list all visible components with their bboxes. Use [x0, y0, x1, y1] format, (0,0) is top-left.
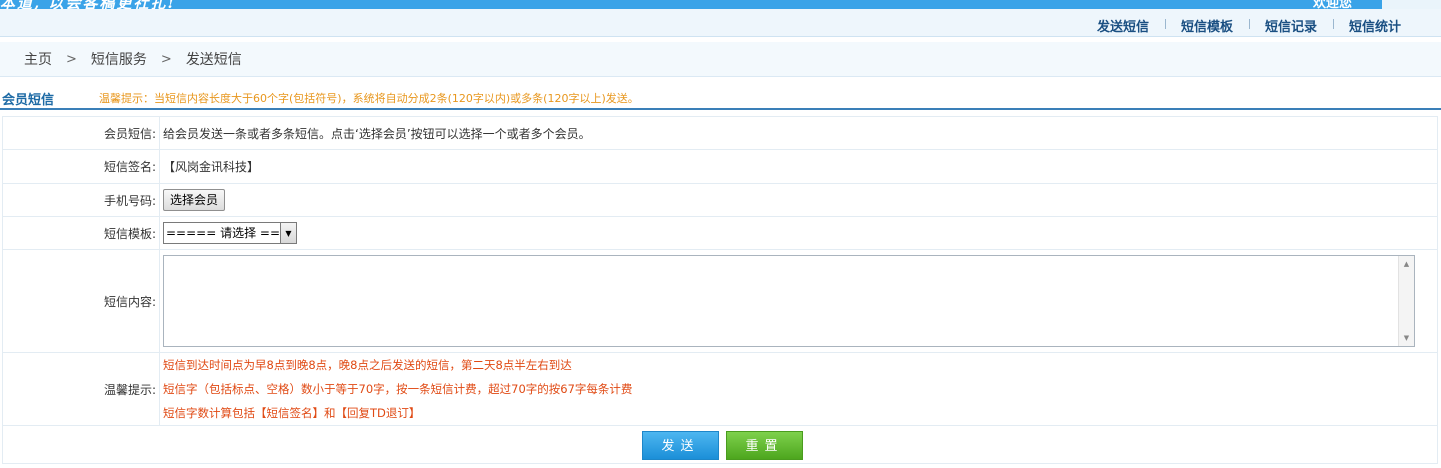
form-row-tips: 温馨提示: 短信到达时间点为早8点到晚8点，晚8点之后发送的短信，第二天8点半左…	[2, 352, 1438, 426]
textarea-scrollbar[interactable]: ▲ ▼	[1398, 256, 1414, 346]
section-title: 会员短信	[2, 93, 55, 108]
content-label: 短信内容:	[2, 249, 160, 353]
section-header: 会员短信 温馨提示：当短信内容长度大于60个字(包括符号)，系统将自动分成2条(…	[0, 84, 1441, 110]
nav-sms-stats[interactable]: 短信统计	[1332, 16, 1401, 35]
chevron-down-icon[interactable]: ▼	[280, 223, 296, 243]
tip-line: 短信字数计算包括【短信签名】和【回复TD退订】	[163, 406, 421, 420]
tips-label: 温馨提示:	[2, 352, 160, 426]
section-tip: 温馨提示：当短信内容长度大于60个字(包括符号)，系统将自动分成2条(120字以…	[99, 92, 639, 105]
signature-value: 【风岗金讯科技】	[159, 149, 1438, 184]
template-label: 短信模板:	[2, 216, 160, 250]
nav-send-sms[interactable]: 发送短信	[1081, 16, 1165, 35]
form-row-content: 短信内容: ▲ ▼	[2, 249, 1438, 353]
content-textarea[interactable]: ▲ ▼	[163, 255, 1415, 347]
form-row-template: 短信模板: ===== 请选择 ===== ▼	[2, 216, 1438, 250]
top-banner: 本道, 以会客稿更社扎! 欢迎您	[0, 0, 1382, 9]
nav-sms-records[interactable]: 短信记录	[1248, 16, 1333, 35]
phone-label: 手机号码:	[2, 183, 160, 217]
select-member-button[interactable]: 选择会员	[163, 189, 226, 211]
top-right-strip	[1382, 0, 1441, 9]
breadcrumb-home[interactable]: 主页	[24, 49, 52, 69]
template-cell: ===== 请选择 ===== ▼	[159, 216, 1438, 250]
send-button[interactable]: 发送	[642, 431, 719, 460]
top-nav-list: 发送短信 短信模板 短信记录 短信统计	[1081, 16, 1401, 35]
signature-label: 短信签名:	[2, 149, 160, 184]
member-label: 会员短信:	[2, 116, 160, 150]
reset-button[interactable]: 重置	[726, 431, 803, 460]
breadcrumb-sms-service[interactable]: 短信服务	[91, 49, 147, 69]
breadcrumb-separator: >	[66, 51, 77, 67]
sms-form: 会员短信: 给会员发送一条或者多条短信。点击‘选择会员’按钮可以选择一个或者多个…	[2, 116, 1438, 464]
form-row-member: 会员短信: 给会员发送一条或者多条短信。点击‘选择会员’按钮可以选择一个或者多个…	[2, 116, 1438, 150]
form-row-buttons: 发送 重置	[2, 425, 1438, 464]
scroll-up-icon[interactable]: ▲	[1399, 257, 1414, 271]
form-row-signature: 短信签名: 【风岗金讯科技】	[2, 149, 1438, 184]
banner-right-text: 欢迎您	[1312, 0, 1352, 9]
banner-text: 本道, 以会客稿更社扎!	[0, 0, 177, 9]
breadcrumb-separator: >	[160, 51, 172, 67]
tip-line: 短信字（包括标点、空格）数小于等于70字，按一条短信计费，超过70字的按67字每…	[163, 382, 633, 396]
member-description: 给会员发送一条或者多条短信。点击‘选择会员’按钮可以选择一个或者多个会员。	[159, 116, 1438, 150]
content-cell: ▲ ▼	[159, 249, 1438, 353]
breadcrumb: 主页 > 短信服务 > 发送短信	[0, 42, 1441, 77]
template-selected-value: ===== 请选择 =====	[166, 226, 280, 240]
tip-line: 短信到达时间点为早8点到晚8点，晚8点之后发送的短信，第二天8点半左右到达	[163, 358, 572, 372]
nav-sms-templates[interactable]: 短信模板	[1164, 16, 1249, 35]
phone-cell: 选择会员	[159, 183, 1438, 217]
top-nav: 发送短信 短信模板 短信记录 短信统计	[0, 9, 1441, 37]
template-select[interactable]: ===== 请选择 ===== ▼	[163, 222, 297, 244]
form-row-phone: 手机号码: 选择会员	[2, 183, 1438, 217]
scroll-down-icon[interactable]: ▼	[1399, 331, 1414, 345]
buttons-cell: 发送 重置	[2, 425, 1438, 464]
tips-cell: 短信到达时间点为早8点到晚8点，晚8点之后发送的短信，第二天8点半左右到达 短信…	[159, 352, 1438, 426]
breadcrumb-send-sms: 发送短信	[185, 52, 242, 68]
